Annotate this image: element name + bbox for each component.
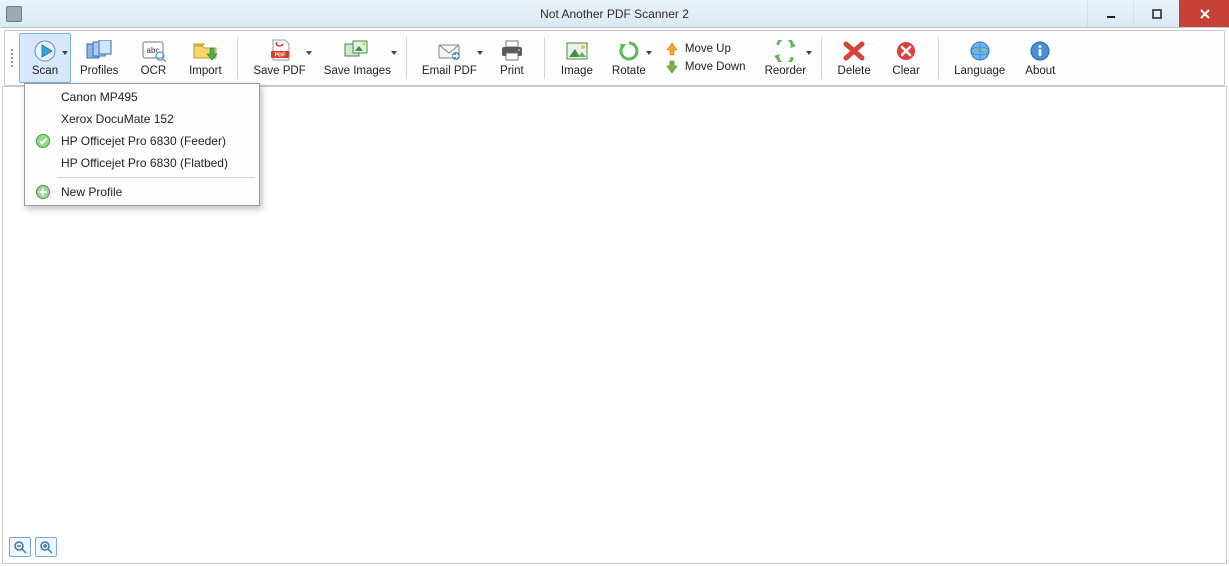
- scan-profile-item[interactable]: Canon MP495: [27, 86, 257, 108]
- scan-profile-label: Xerox DocuMate 152: [61, 112, 174, 126]
- chevron-down-icon[interactable]: [391, 50, 397, 56]
- email-pdf-button[interactable]: Email PDF: [413, 33, 486, 83]
- image-button[interactable]: Image: [551, 33, 603, 83]
- check-icon: [35, 133, 51, 149]
- chevron-down-icon[interactable]: [62, 50, 68, 56]
- save-images-label: Save Images: [324, 65, 391, 77]
- language-label: Language: [954, 65, 1005, 77]
- rotate-label: Rotate: [612, 65, 646, 77]
- delete-label: Delete: [838, 65, 871, 77]
- profiles-label: Profiles: [80, 65, 118, 77]
- save-images-button[interactable]: Save Images: [315, 33, 400, 83]
- delete-button[interactable]: Delete: [828, 33, 880, 83]
- arrow-down-icon: [665, 60, 679, 74]
- chevron-down-icon[interactable]: [646, 50, 652, 56]
- new-profile-label: New Profile: [61, 185, 122, 199]
- toolbar-separator: [821, 37, 822, 79]
- reorder-button[interactable]: Reorder: [756, 33, 816, 83]
- rotate-button[interactable]: Rotate: [603, 33, 655, 83]
- globe-icon: [966, 39, 994, 63]
- app-icon: [6, 6, 22, 22]
- scan-button[interactable]: Scan: [19, 33, 71, 83]
- toolbar: Scan Profiles abc: [4, 30, 1225, 86]
- save-pdf-button[interactable]: PDF Save PDF: [244, 33, 314, 83]
- printer-icon: [498, 39, 526, 63]
- window-controls: [1087, 0, 1229, 27]
- move-up-button[interactable]: Move Up: [661, 41, 750, 57]
- zoom-out-button[interactable]: [9, 537, 31, 557]
- ocr-button[interactable]: abc OCR: [127, 33, 179, 83]
- email-icon: [435, 39, 463, 63]
- move-down-label: Move Down: [685, 61, 746, 73]
- language-button[interactable]: Language: [945, 33, 1014, 83]
- title-bar: Not Another PDF Scanner 2: [0, 0, 1229, 28]
- scan-profile-label: Canon MP495: [61, 90, 138, 104]
- profiles-button[interactable]: Profiles: [71, 33, 127, 83]
- chevron-down-icon[interactable]: [806, 50, 812, 56]
- plus-icon: [35, 184, 51, 200]
- about-button[interactable]: About: [1014, 33, 1066, 83]
- toolbar-container: Scan Profiles abc: [0, 28, 1229, 86]
- move-group: Move Up Move Down: [655, 33, 756, 83]
- profiles-icon: [85, 39, 113, 63]
- scan-profile-label: HP Officejet Pro 6830 (Flatbed): [61, 156, 228, 170]
- image-icon: [563, 39, 591, 63]
- clear-button[interactable]: Clear: [880, 33, 932, 83]
- toolbar-grip[interactable]: [9, 33, 17, 83]
- chevron-down-icon[interactable]: [306, 50, 312, 56]
- zoom-in-button[interactable]: [35, 537, 57, 557]
- save-pdf-label: Save PDF: [253, 65, 305, 77]
- pdf-icon: PDF: [266, 39, 294, 63]
- delete-icon: [840, 39, 868, 63]
- info-icon: [1026, 39, 1054, 63]
- chevron-down-icon[interactable]: [477, 50, 483, 56]
- window-title: Not Another PDF Scanner 2: [0, 7, 1229, 21]
- scan-dropdown: Canon MP495 Xerox DocuMate 152 HP Office…: [24, 83, 260, 206]
- scan-profile-label: HP Officejet Pro 6830 (Feeder): [61, 134, 226, 148]
- toolbar-separator: [544, 37, 545, 79]
- import-button[interactable]: Import: [179, 33, 231, 83]
- print-button[interactable]: Print: [486, 33, 538, 83]
- folder-import-icon: [191, 39, 219, 63]
- move-up-label: Move Up: [685, 43, 731, 55]
- maximize-button[interactable]: [1133, 0, 1179, 27]
- dropdown-separator: [57, 177, 255, 178]
- ocr-icon: abc: [139, 39, 167, 63]
- reorder-label: Reorder: [765, 65, 807, 77]
- toolbar-separator: [938, 37, 939, 79]
- arrow-up-icon: [665, 42, 679, 56]
- play-icon: [31, 39, 59, 63]
- clear-icon: [892, 39, 920, 63]
- close-button[interactable]: [1179, 0, 1229, 27]
- about-label: About: [1025, 65, 1055, 77]
- toolbar-separator: [237, 37, 238, 79]
- rotate-icon: [615, 39, 643, 63]
- images-icon: [343, 39, 371, 63]
- reorder-icon: [771, 39, 799, 63]
- scan-label: Scan: [32, 65, 58, 77]
- minimize-button[interactable]: [1087, 0, 1133, 27]
- zoom-controls: [9, 537, 57, 557]
- import-label: Import: [189, 65, 222, 77]
- new-profile-item[interactable]: New Profile: [27, 181, 257, 203]
- move-down-button[interactable]: Move Down: [661, 59, 750, 75]
- toolbar-separator: [406, 37, 407, 79]
- email-pdf-label: Email PDF: [422, 65, 477, 77]
- image-label: Image: [561, 65, 593, 77]
- scan-profile-item[interactable]: Xerox DocuMate 152: [27, 108, 257, 130]
- scan-profile-item[interactable]: HP Officejet Pro 6830 (Feeder): [27, 130, 257, 152]
- svg-text:PDF: PDF: [274, 53, 286, 59]
- print-label: Print: [500, 65, 524, 77]
- ocr-label: OCR: [141, 65, 167, 77]
- scan-profile-item[interactable]: HP Officejet Pro 6830 (Flatbed): [27, 152, 257, 174]
- clear-label: Clear: [892, 65, 919, 77]
